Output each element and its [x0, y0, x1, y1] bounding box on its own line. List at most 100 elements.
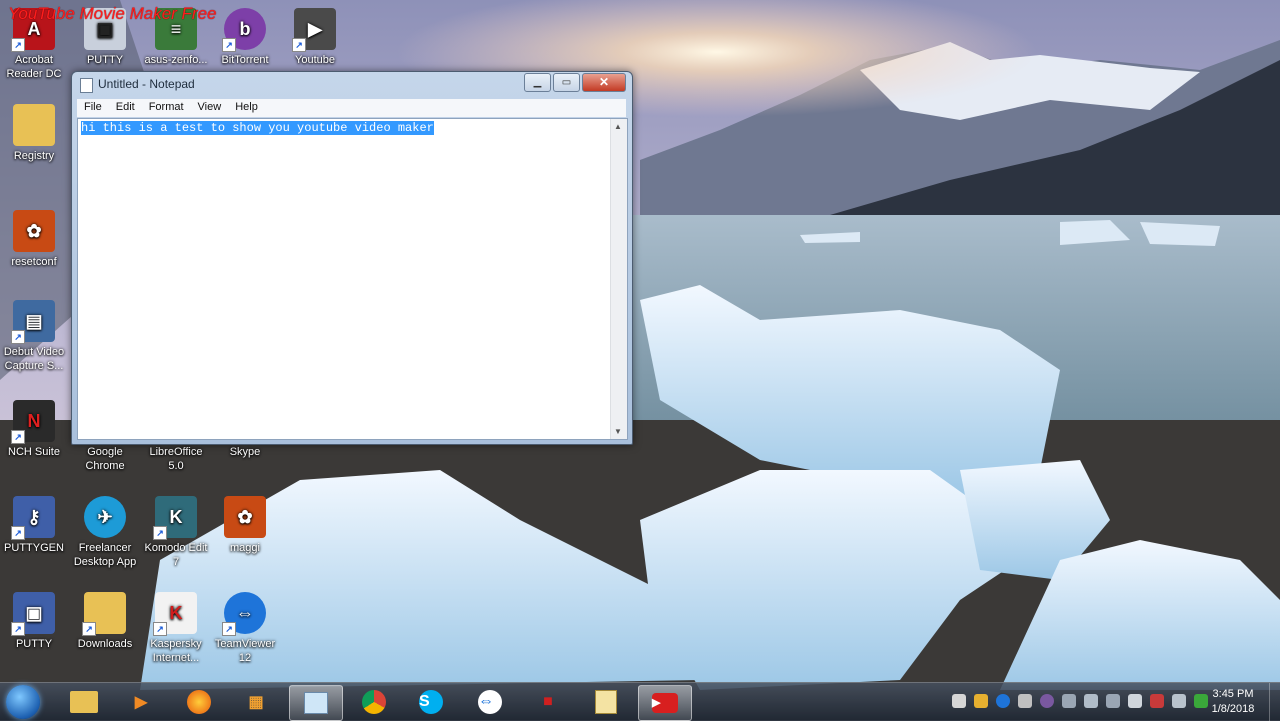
desktop-icon-label: asus-zenfo...: [144, 54, 208, 66]
tray-app-icon[interactable]: [1018, 694, 1032, 708]
tray-teamviewer-icon[interactable]: [996, 694, 1010, 708]
desktop-icon-libreoffice[interactable]: LibreOffice 5.0: [143, 445, 209, 473]
taskbar-teamviewer[interactable]: ⇔: [464, 685, 516, 719]
flower-image-icon: ✿: [13, 210, 55, 252]
desktop-icon-label: Acrobat Reader DC: [6, 54, 62, 80]
system-clock[interactable]: 3:45 PM 1/8/2018: [1200, 687, 1266, 717]
taskbar-skype[interactable]: S: [405, 685, 457, 719]
taskbar-firefox[interactable]: [173, 685, 225, 719]
tray-app-icon[interactable]: [1040, 694, 1054, 708]
kaspersky-icon: K ↗: [153, 592, 197, 636]
close-button[interactable]: ✕: [582, 73, 626, 92]
editor-text[interactable]: hi this is a test to show you youtube vi…: [81, 121, 434, 135]
desktop-icon-label: NCH Suite: [8, 446, 60, 458]
youtube-movie-maker-watermark: YouTube Movie Maker Free: [8, 4, 217, 23]
desktop-icon-label: TeamViewer 12: [214, 638, 276, 664]
desktop-icon-downloads[interactable]: ↗ Downloads: [72, 592, 138, 651]
folder-icon: [13, 104, 55, 146]
desktop-icon-debut-video[interactable]: ▤ ↗ Debut Video Capture S...: [1, 300, 67, 373]
tray-network-error-icon[interactable]: [1150, 694, 1164, 708]
tray-bluetooth-icon[interactable]: [1106, 694, 1120, 708]
taskbar-app[interactable]: ▦: [230, 685, 282, 719]
desktop-icon-youtube[interactable]: ▶ ↗ Youtube: [282, 8, 348, 67]
taskbar-file[interactable]: [580, 685, 632, 719]
desktop-icon-kaspersky[interactable]: K ↗ Kaspersky Internet...: [143, 592, 209, 665]
desktop-icon-freelancer[interactable]: ✈ Freelancer Desktop App: [72, 496, 138, 569]
taskbar-youtube-maker[interactable]: ▶: [638, 685, 692, 721]
desktop-icon-putty-2[interactable]: ▣ ↗ PUTTY: [1, 592, 67, 651]
desktop-icon-label: Registry: [13, 150, 55, 162]
bittorrent-icon: b ↗: [222, 8, 266, 52]
tray-volume-icon[interactable]: [1062, 694, 1076, 708]
scroll-up-arrow-icon[interactable]: ▲: [614, 122, 622, 131]
media-player-icon: ▶: [134, 694, 148, 711]
tray-app-icon[interactable]: [952, 694, 966, 708]
desktop-icon-label: resetconf: [11, 256, 57, 268]
desktop-icon-maggi[interactable]: ✿ maggi: [212, 496, 278, 555]
desktop-icon-label: Kaspersky Internet...: [150, 638, 202, 664]
clock-time: 3:45 PM: [1212, 688, 1254, 700]
taskbar-app-2[interactable]: ■: [522, 685, 574, 719]
notepad-icon: [304, 692, 328, 714]
desktop-icon-skype[interactable]: Skype: [212, 445, 278, 459]
system-tray: [952, 694, 1208, 708]
menu-help[interactable]: Help: [228, 99, 265, 117]
menu-view[interactable]: View: [191, 99, 229, 117]
desktop-icon-teamviewer[interactable]: ⇔ ↗ TeamViewer 12: [212, 592, 278, 665]
desktop-icon-label: PUTTY: [15, 638, 53, 650]
desktop-icon-label: Downloads: [77, 638, 133, 650]
vertical-scrollbar[interactable]: ▲ ▼: [610, 119, 627, 439]
taskbar-explorer[interactable]: [58, 685, 110, 719]
minimize-button[interactable]: ▁: [524, 73, 551, 92]
desktop-icon-bittorrent[interactable]: b ↗ BitTorrent: [212, 8, 278, 67]
desktop-icon-label: maggi: [230, 542, 260, 554]
freelancer-icon: ✈: [84, 496, 126, 538]
start-button[interactable]: [6, 685, 40, 719]
desktop-icon-komodo-edit[interactable]: K ↗ Komodo Edit 7: [143, 496, 209, 569]
menu-bar: File Edit Format View Help: [77, 99, 626, 117]
desktop-icon-puttygen[interactable]: ⚷ ↗ PUTTYGEN: [1, 496, 67, 555]
film-icon: ▤ ↗: [11, 300, 55, 344]
taskbar-media-player[interactable]: ▶: [115, 685, 167, 719]
menu-file[interactable]: File: [77, 99, 109, 117]
tray-warning-icon[interactable]: [974, 694, 988, 708]
komodo-icon: K ↗: [153, 496, 197, 540]
menu-format[interactable]: Format: [142, 99, 191, 117]
taskbar-notepad[interactable]: [289, 685, 343, 721]
notepad-icon: [80, 78, 93, 93]
scroll-down-arrow-icon[interactable]: ▼: [614, 427, 622, 436]
flower-image-icon: ✿: [224, 496, 266, 538]
desktop-icon-label: Debut Video Capture S...: [3, 346, 65, 372]
desktop-icon-resetconf[interactable]: ✿ resetconf: [1, 210, 67, 269]
desktop-icon-registry[interactable]: Registry: [1, 104, 67, 163]
tray-network-icon[interactable]: [1084, 694, 1098, 708]
app-icon: ▦: [248, 694, 264, 711]
selected-text[interactable]: hi this is a test to show you youtube vi…: [81, 121, 434, 135]
desktop-icon-label: Komodo Edit 7: [144, 542, 208, 568]
chrome-icon: [362, 690, 386, 714]
desktop-icon-label: Skype: [229, 446, 261, 458]
tray-speaker-icon[interactable]: [1172, 694, 1186, 708]
tray-battery-icon[interactable]: [1128, 694, 1142, 708]
desktop-icon-label: BitTorrent: [221, 54, 269, 66]
firefox-icon: [187, 690, 211, 714]
desktop-icon-nch-suite[interactable]: N ↗ NCH Suite: [1, 400, 67, 459]
putty-icon: ▣ ↗: [11, 592, 55, 636]
taskbar-chrome[interactable]: [348, 685, 400, 719]
teamviewer-icon: ⇔: [478, 690, 502, 714]
maximize-button[interactable]: ▭: [553, 73, 580, 92]
desktop-icon-google-chrome[interactable]: Google Chrome: [72, 445, 138, 473]
show-desktop-button[interactable]: [1269, 683, 1280, 721]
desktop-icon-label: LibreOffice 5.0: [149, 446, 203, 472]
nch-icon: N ↗: [11, 400, 55, 444]
menu-edit[interactable]: Edit: [109, 99, 142, 117]
desktop-icon-label: Youtube: [295, 54, 335, 66]
text-editor-area[interactable]: hi this is a test to show you youtube vi…: [77, 118, 628, 440]
youtube-icon: ▶: [652, 693, 678, 713]
desktop-icon-label: Freelancer Desktop App: [73, 542, 137, 568]
window-title: Untitled - Notepad: [98, 77, 195, 91]
youtube-icon: ▶ ↗: [292, 8, 336, 52]
notepad-window[interactable]: Untitled - Notepad ▁ ▭ ✕ File Edit Forma…: [71, 71, 633, 445]
file-icon: [595, 690, 617, 714]
window-controls: ▁ ▭ ✕: [524, 73, 626, 92]
